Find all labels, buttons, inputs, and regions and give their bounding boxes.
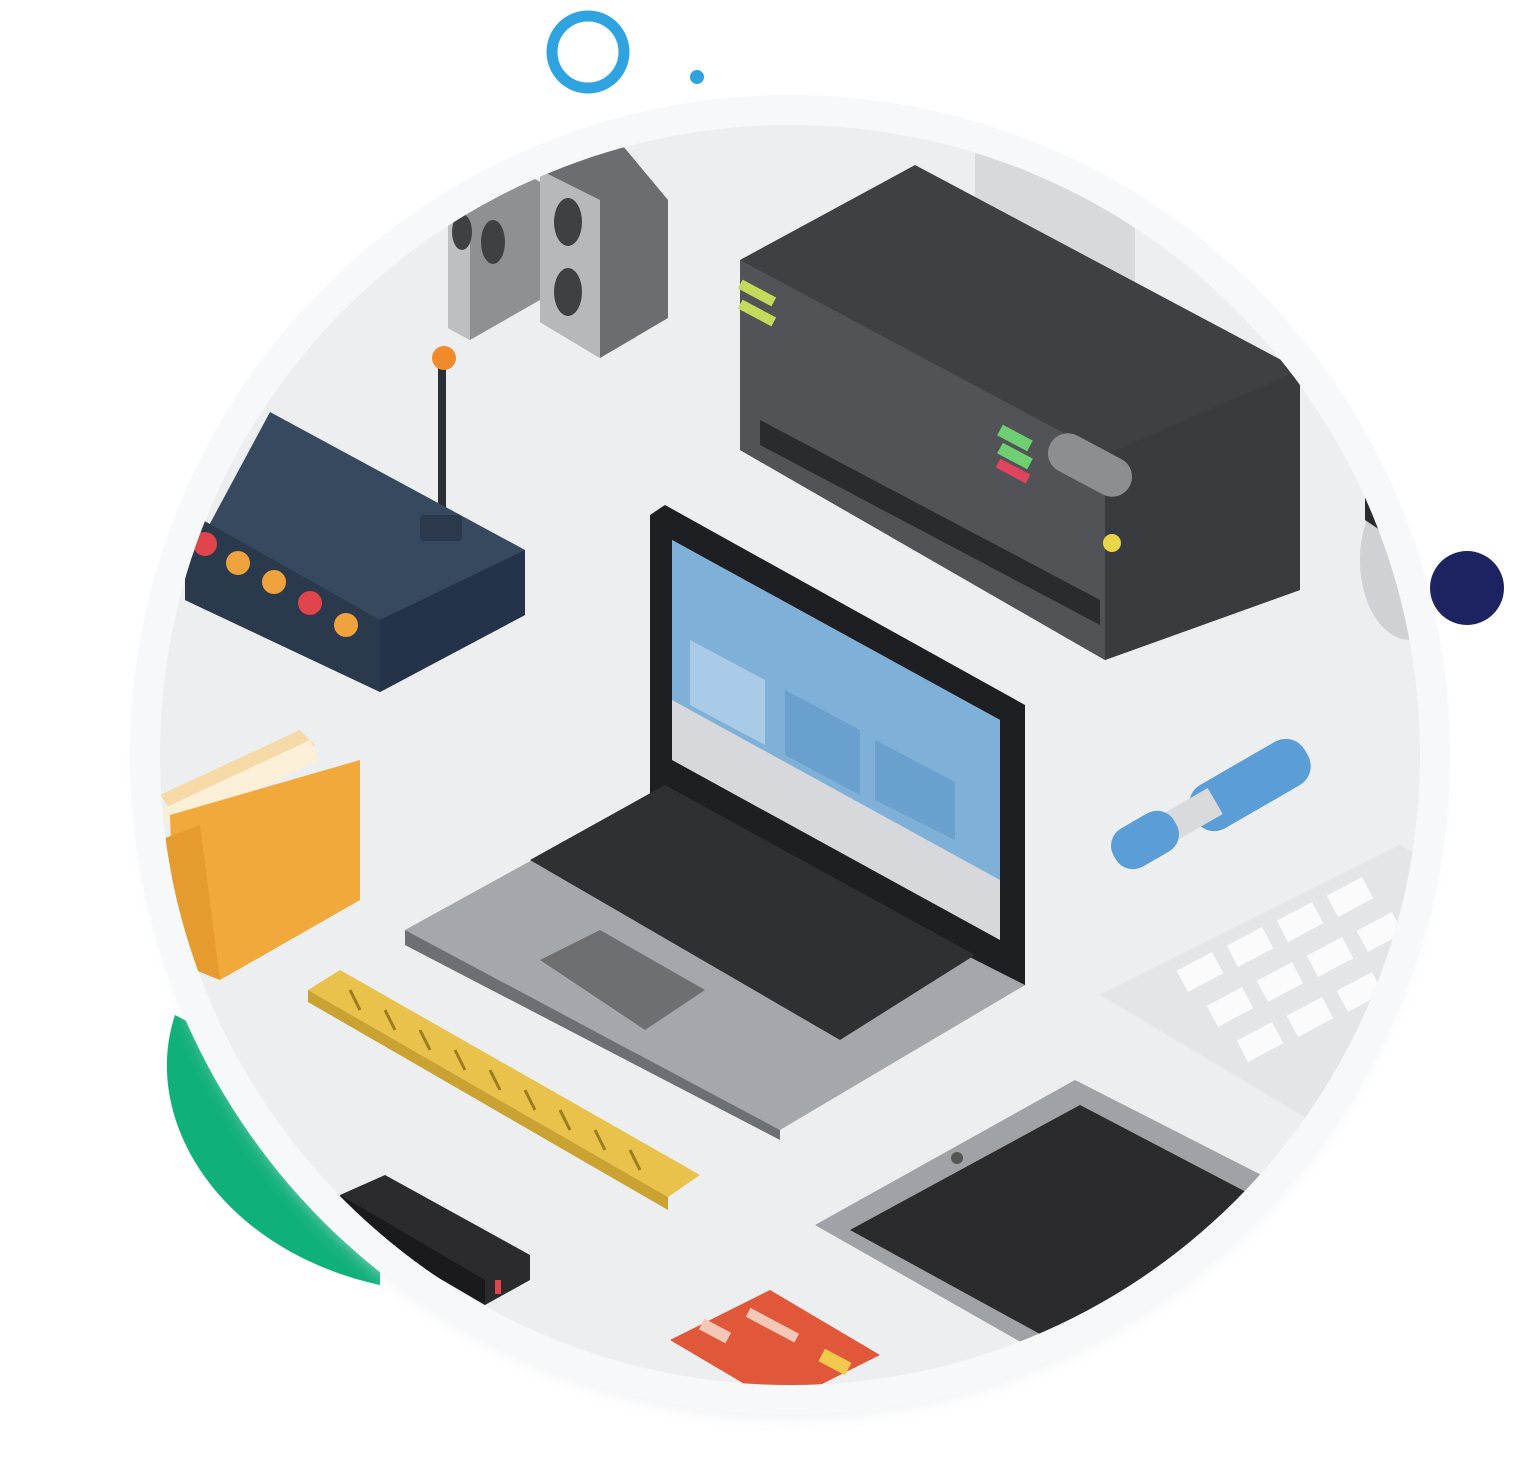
small-dot-decoration [690, 70, 704, 84]
navy-dot-decoration [1430, 551, 1504, 625]
hardware-illustration [130, 10, 1504, 1415]
accent-ring-decoration [546, 10, 630, 94]
